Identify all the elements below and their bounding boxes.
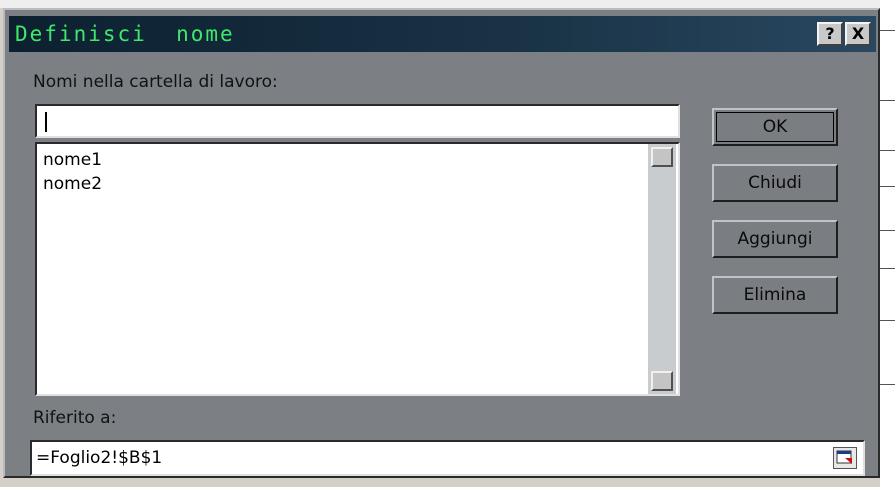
names-in-workbook-label: Nomi nella cartella di lavoro: (33, 72, 278, 92)
names-listbox[interactable]: nome1 nome2 (35, 142, 680, 396)
question-mark-icon: ? (825, 24, 835, 43)
add-button[interactable]: Aggiungi (712, 220, 838, 258)
close-dialog-button[interactable]: Chiudi (712, 164, 838, 202)
scroll-up-arrow-icon[interactable] (651, 147, 673, 167)
spreadsheet-top-edge (0, 0, 895, 8)
close-icon: X (851, 24, 865, 43)
collapse-dialog-icon[interactable] (833, 447, 857, 469)
help-button[interactable]: ? (817, 22, 843, 46)
list-item[interactable]: nome2 (43, 174, 102, 194)
ok-button[interactable]: OK (712, 108, 838, 146)
close-button[interactable]: X (845, 22, 871, 46)
spreadsheet-right-edge (880, 0, 895, 487)
refers-to-label: Riferito a: (33, 408, 117, 428)
delete-button[interactable]: Elimina (712, 276, 838, 314)
dialog-title: Definisci nome (15, 22, 235, 46)
scroll-down-arrow-icon[interactable] (651, 371, 673, 391)
text-caret (45, 112, 47, 132)
define-name-dialog: Definisci nome ? X Nomi nella cartella d… (3, 8, 880, 478)
name-input[interactable] (35, 104, 680, 138)
title-bar[interactable]: Definisci nome ? X (9, 16, 876, 52)
list-item[interactable]: nome1 (43, 150, 102, 170)
refers-to-value: =Foglio2!$B$1 (36, 448, 163, 468)
names-scrollbar[interactable] (648, 144, 676, 394)
refers-to-input[interactable]: =Foglio2!$B$1 (30, 440, 865, 476)
